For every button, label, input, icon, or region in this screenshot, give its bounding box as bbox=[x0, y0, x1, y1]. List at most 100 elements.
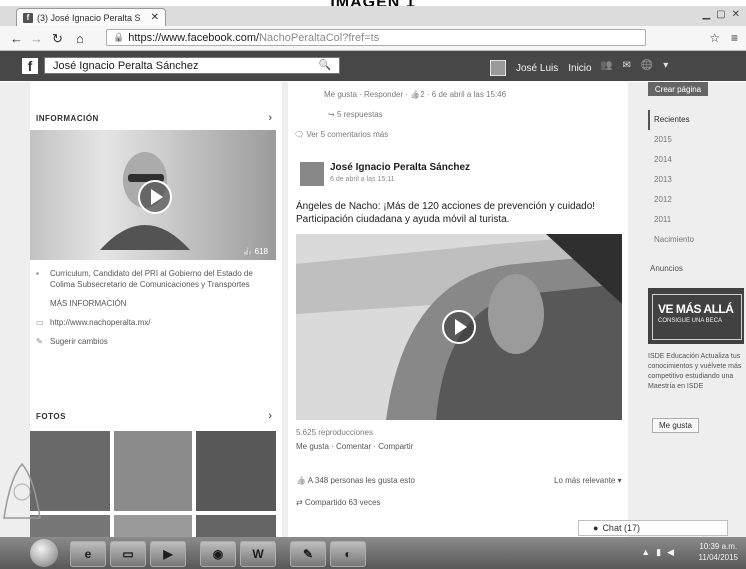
photo-thumbnail[interactable] bbox=[114, 431, 192, 511]
friend-requests-icon[interactable]: 👥 bbox=[600, 60, 612, 71]
network-icon[interactable]: ▮ bbox=[656, 547, 661, 558]
post-video[interactable] bbox=[296, 234, 622, 420]
photo-thumbnail[interactable] bbox=[196, 431, 276, 511]
nav-user-link[interactable]: José Luis bbox=[516, 63, 558, 74]
clock-date: 11/04/2015 bbox=[698, 553, 738, 562]
year-link[interactable]: 2012 bbox=[648, 190, 694, 210]
year-link[interactable]: 2014 bbox=[648, 150, 694, 170]
start-button[interactable] bbox=[30, 539, 58, 567]
play-button-icon[interactable] bbox=[442, 310, 476, 344]
replies-text: 5 respuestas bbox=[336, 110, 383, 119]
link-icon: ▭ bbox=[36, 318, 44, 327]
post-likes[interactable]: 👍 A 348 personas les gusta esto bbox=[296, 476, 415, 485]
year-link[interactable]: Recientes bbox=[648, 110, 694, 130]
more-info-link[interactable]: MÁS INFORMACIÓN bbox=[50, 298, 126, 309]
minimize-icon[interactable]: ▁ bbox=[702, 9, 710, 20]
shares-text: Compartido 63 veces bbox=[304, 498, 381, 507]
view-more-text: Ver 5 comentarios más bbox=[306, 130, 389, 139]
clock-time: 10:39 a.m. bbox=[699, 542, 738, 551]
likes-text: A 348 personas les gusta esto bbox=[307, 476, 415, 485]
pencil-icon: ✎ bbox=[36, 337, 43, 346]
account-settings-icon[interactable]: ▾ bbox=[663, 60, 668, 71]
messages-icon[interactable]: ✉ bbox=[622, 60, 630, 71]
ad-image[interactable]: VE MÁS ALLÁ CONSIGUE UNA BECA bbox=[648, 288, 744, 344]
window-controls: ▁ ▢ ✕ bbox=[702, 9, 740, 20]
forward-arrow-icon[interactable]: → bbox=[30, 31, 43, 46]
taskbar-clock[interactable]: 10:39 a.m. 11/04/2015 bbox=[699, 541, 738, 563]
video-stats: 👍 618 bbox=[242, 247, 268, 256]
header-nav: José Luis Inicio bbox=[490, 60, 592, 76]
page-body: INFORMACIÓN › 👍 618 ▪ Curriculum, Candid… bbox=[0, 82, 746, 537]
browser-tab[interactable]: f (3) José Ignacio Peralta S ✕ bbox=[16, 8, 166, 26]
ads-label: Anuncios bbox=[650, 264, 683, 273]
chrome-icon[interactable]: ◉ bbox=[200, 541, 236, 567]
explorer-icon[interactable]: ▭ bbox=[110, 541, 146, 567]
comment-sort-dropdown[interactable]: Lo más relevante ▾ bbox=[554, 476, 622, 485]
video-likes-count: 618 bbox=[254, 247, 268, 256]
view-more-comments[interactable]: 🗨 Ver 5 comentarios más bbox=[294, 130, 388, 139]
ad-like-button[interactable]: Me gusta bbox=[652, 418, 699, 433]
url-input[interactable]: 🔒 https://www.facebook.com/ NachoPeralta… bbox=[106, 29, 646, 46]
volume-icon[interactable]: ◀ bbox=[667, 547, 674, 558]
tab-title: (3) José Ignacio Peralta S bbox=[37, 12, 141, 23]
ie-icon[interactable]: e bbox=[70, 541, 106, 567]
close-tab-icon[interactable]: ✕ bbox=[151, 12, 159, 23]
facebook-search-input[interactable]: José Ignacio Peralta Sánchez 🔍 bbox=[44, 57, 340, 74]
back-arrow-icon[interactable]: ← bbox=[10, 31, 23, 46]
reload-icon[interactable]: ↻ bbox=[52, 31, 63, 47]
chat-bar[interactable]: ● Chat (17) bbox=[578, 520, 728, 536]
photos-grid bbox=[30, 431, 276, 537]
facebook-header: f José Ignacio Peralta Sánchez 🔍 José Lu… bbox=[0, 51, 746, 81]
ad-text[interactable]: ISDE Educación Actualiza tus conocimient… bbox=[648, 352, 746, 392]
photo-thumbnail[interactable] bbox=[114, 515, 192, 537]
media-player-icon[interactable]: ▶ bbox=[150, 541, 186, 567]
chevron-right-icon[interactable]: › bbox=[268, 112, 272, 124]
scan: IMAGEN 1 f (3) José Ignacio Peralta S ✕ … bbox=[0, 0, 746, 569]
photo-thumbnail[interactable] bbox=[196, 515, 276, 537]
play-button-icon[interactable] bbox=[138, 180, 172, 214]
ad-headline: VE MÁS ALLÁ bbox=[658, 302, 734, 316]
right-column: Crear página Recientes 2015 2014 2013 20… bbox=[644, 82, 746, 537]
info-item[interactable]: ✎ Sugerir cambios bbox=[36, 336, 276, 347]
menu-icon[interactable]: ≡ bbox=[731, 31, 738, 45]
briefcase-icon: ▪ bbox=[36, 269, 39, 278]
nav-home-link[interactable]: Inicio bbox=[568, 63, 591, 74]
notifications-icon[interactable]: 🌐 bbox=[641, 60, 653, 71]
year-link[interactable]: 2011 bbox=[648, 210, 694, 230]
facebook-logo-icon[interactable]: f bbox=[22, 58, 38, 74]
chevron-right-icon[interactable]: › bbox=[268, 410, 272, 422]
bookmark-star-icon[interactable]: ☆ bbox=[709, 31, 720, 45]
more-info-icon bbox=[36, 298, 44, 309]
intro-video[interactable]: 👍 618 bbox=[30, 130, 276, 260]
create-page-button[interactable]: Crear página bbox=[648, 82, 708, 96]
taskbar: e ▭ ▶ ◉ W ✎ ◐ ▲ ▮ ◀ 10:39 a.m. 11/04/201… bbox=[0, 537, 746, 569]
search-icon[interactable]: 🔍 bbox=[319, 60, 331, 71]
thumbs-up-icon: 👍 bbox=[242, 247, 253, 256]
year-link[interactable]: 2013 bbox=[648, 170, 694, 190]
year-link[interactable]: Nacimiento bbox=[648, 230, 694, 250]
system-tray: ▲ ▮ ◀ bbox=[641, 547, 674, 558]
post-actions[interactable]: Me gusta · Comentar · Compartir bbox=[296, 442, 413, 451]
suggest-edits-link[interactable]: Sugerir cambios bbox=[50, 336, 108, 347]
timeline-years: Recientes 2015 2014 2013 2012 2011 Nacim… bbox=[648, 110, 694, 250]
website-link[interactable]: http://www.nachoperalta.mx/ bbox=[50, 317, 151, 328]
close-window-icon[interactable]: ✕ bbox=[732, 9, 740, 20]
year-link[interactable]: 2015 bbox=[648, 130, 694, 150]
home-icon[interactable]: ⌂ bbox=[76, 31, 84, 46]
maximize-icon[interactable]: ▢ bbox=[716, 9, 725, 20]
info-item[interactable]: ▭ http://www.nachoperalta.mx/ bbox=[36, 317, 276, 328]
header-icons: 👥 ✉ 🌐 ▾ bbox=[600, 60, 668, 71]
post-avatar[interactable] bbox=[300, 162, 324, 186]
comment-actions[interactable]: Me gusta · Responder · 👍2 · 6 de abril a… bbox=[324, 90, 506, 99]
app-icon[interactable]: ◐ bbox=[330, 541, 366, 567]
tray-arrow-icon[interactable]: ▲ bbox=[641, 547, 650, 558]
post-author[interactable]: José Ignacio Peralta Sánchez bbox=[330, 162, 470, 173]
post-timestamp[interactable]: 6 de abril a las 15:11 bbox=[330, 176, 394, 183]
post-shares[interactable]: ⇄ Compartido 63 veces bbox=[296, 498, 381, 507]
chat-icon: ● bbox=[593, 523, 599, 533]
paint-icon[interactable]: ✎ bbox=[290, 541, 326, 567]
word-icon[interactable]: W bbox=[240, 541, 276, 567]
info-item[interactable]: MÁS INFORMACIÓN bbox=[36, 298, 276, 309]
replies-link[interactable]: ↪ 5 respuestas bbox=[328, 110, 383, 119]
user-avatar[interactable] bbox=[490, 60, 506, 76]
